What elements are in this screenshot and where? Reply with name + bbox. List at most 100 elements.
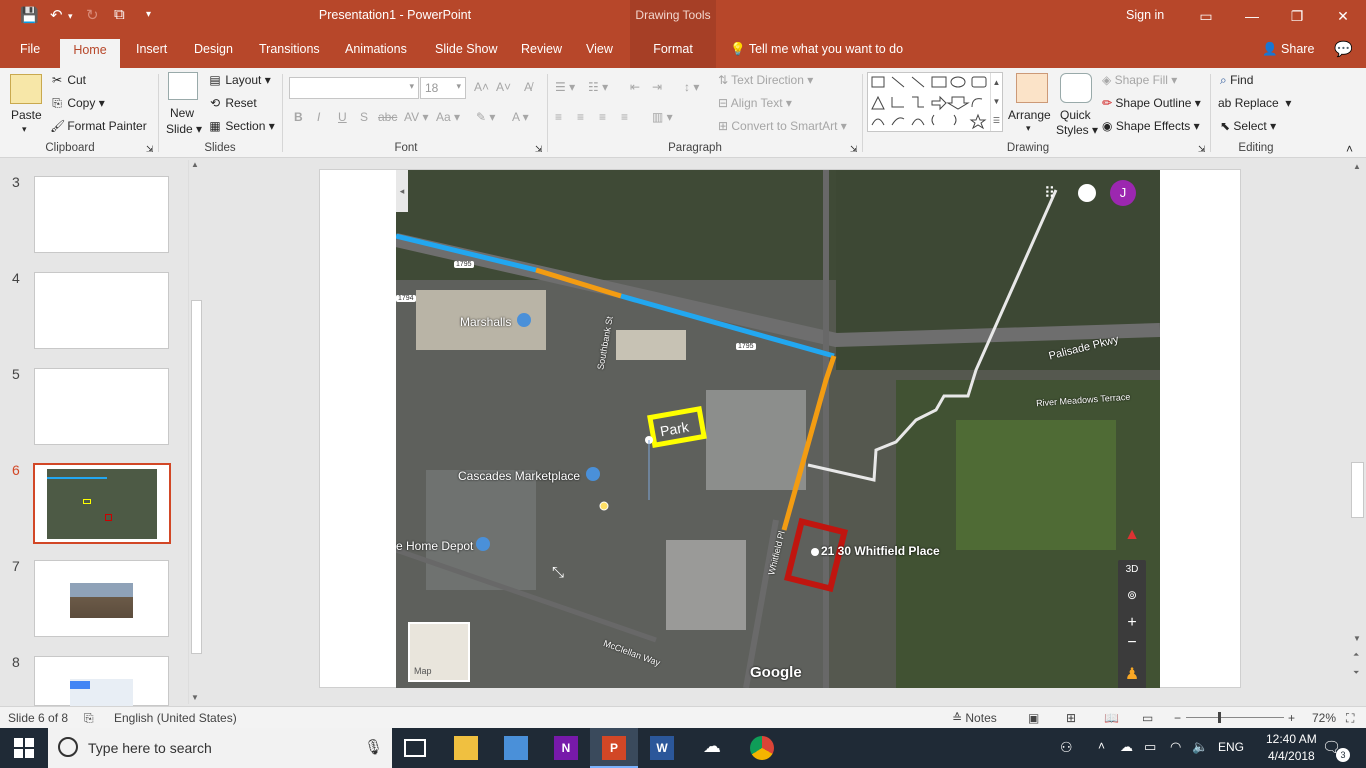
tab-insert[interactable]: Insert (136, 42, 167, 56)
arrange-button[interactable]: Arrange (1008, 108, 1051, 122)
language-indicator[interactable]: English (United States) (114, 711, 237, 725)
powerpoint-taskbar-button[interactable]: P (590, 728, 638, 768)
wifi-icon[interactable]: ◠ (1170, 739, 1181, 755)
map-3d-button[interactable]: 3D (1118, 564, 1146, 575)
copy-button[interactable]: ⎘ Copy ▾ (50, 96, 105, 111)
scroll-down-icon[interactable]: ▼ (191, 693, 199, 702)
pegman-icon[interactable]: ♟ (1118, 664, 1146, 684)
paragraph-launcher-icon[interactable]: ⇲ (850, 144, 858, 155)
quick-styles-label-1[interactable]: Quick (1060, 108, 1091, 122)
ribbon-display-options-icon[interactable]: ▭ (1183, 4, 1229, 28)
section-button[interactable]: ▦ Section ▾ (208, 119, 274, 133)
font-name-combo[interactable]: ▾ (289, 77, 419, 99)
next-slide-icon[interactable]: ⏷ (1353, 668, 1359, 678)
people-icon[interactable]: ⚇ (1060, 739, 1073, 756)
arrange-icon[interactable] (1016, 73, 1048, 103)
comments-icon[interactable]: 💬 (1334, 40, 1353, 58)
new-slide-icon[interactable] (168, 72, 198, 100)
slide-thumbnail-5[interactable] (34, 368, 169, 445)
shadow-icon[interactable]: S (360, 110, 368, 124)
clipboard-launcher-icon[interactable]: ⇲ (146, 144, 154, 155)
sign-in-link[interactable]: Sign in (1126, 8, 1164, 22)
zoom-level[interactable]: 72% (1312, 711, 1336, 725)
font-launcher-icon[interactable]: ⇲ (535, 144, 543, 155)
scroll-thumb[interactable] (191, 300, 202, 654)
onedrive-tray-icon[interactable]: ☁ (1120, 739, 1133, 755)
collapse-ribbon-icon[interactable]: ˄ (1346, 142, 1353, 156)
address-pin-icon[interactable] (811, 548, 819, 556)
zoom-out-icon[interactable]: − (1118, 634, 1146, 652)
convert-smartart-button[interactable]: ⊞ Convert to SmartArt ▾ (718, 119, 847, 133)
font-color-icon[interactable]: A ▾ (512, 110, 529, 124)
reset-button[interactable]: ⟲ Reset (208, 96, 257, 110)
map-type-toggle[interactable]: Map (408, 622, 470, 682)
underline-icon[interactable]: U (338, 110, 347, 124)
increase-indent-icon[interactable]: ⇥ (652, 80, 662, 94)
paste-dropdown-icon[interactable]: ▾ (22, 124, 27, 135)
tell-me-search[interactable]: 💡 Tell me what you want to do (730, 42, 903, 57)
home-depot-pin-icon[interactable] (476, 537, 490, 551)
find-button[interactable]: ⌕ Find (1220, 73, 1253, 88)
onedrive-icon[interactable]: ☁ (700, 736, 724, 760)
file-explorer-icon[interactable] (454, 736, 478, 760)
scroll-up-icon[interactable]: ▲ (191, 160, 199, 169)
compass-icon[interactable]: ▲ (1116, 526, 1148, 554)
notes-button[interactable]: ≙ Notes (952, 711, 997, 725)
decrease-indent-icon[interactable]: ⇤ (630, 80, 640, 94)
close-button[interactable]: ✕ (1320, 4, 1366, 28)
fit-to-window-icon[interactable]: ⛶ (1346, 711, 1354, 726)
tab-review[interactable]: Review (521, 42, 562, 56)
cut-button[interactable]: ✂ Cut (50, 73, 86, 87)
notifications-icon[interactable] (1078, 184, 1096, 202)
clock-time[interactable]: 12:40 AM (1266, 732, 1317, 746)
zoom-slider[interactable] (1186, 712, 1284, 723)
avatar[interactable]: J (1110, 180, 1136, 206)
drawing-launcher-icon[interactable]: ⇲ (1198, 144, 1206, 155)
slide-thumbnail-4[interactable] (34, 272, 169, 349)
strikethrough-icon[interactable]: abc (378, 110, 397, 124)
shrink-font-icon[interactable]: A˅ (496, 80, 511, 94)
collapse-panel-icon[interactable]: ◂ (396, 170, 408, 212)
previous-slide-icon[interactable]: ⏶ (1353, 650, 1359, 660)
normal-view-icon[interactable]: ▣ (1028, 711, 1039, 725)
grow-font-icon[interactable]: A˄ (474, 80, 489, 94)
minimize-button[interactable]: — (1229, 4, 1275, 28)
gallery-scroll-icon[interactable]: ▲ ▼ ☰ (990, 73, 1002, 131)
shape-effects-button[interactable]: ◉ Shape Effects ▾ (1102, 119, 1200, 133)
store-icon[interactable] (504, 736, 528, 760)
my-location-icon[interactable]: ⊚ (1118, 588, 1146, 602)
bold-icon[interactable]: B (294, 110, 303, 124)
character-spacing-icon[interactable]: AV ▾ (404, 110, 428, 124)
shape-outline-button[interactable]: ✏ Shape Outline ▾ (1102, 96, 1201, 110)
align-right-icon[interactable]: ≡ (599, 110, 606, 124)
paste-icon[interactable] (10, 74, 42, 104)
zoom-in-button[interactable]: + (1288, 711, 1295, 725)
text-direction-button[interactable]: ⇅ Text Direction ▾ (718, 73, 813, 87)
align-left-icon[interactable]: ≡ (555, 110, 562, 124)
map-image[interactable]: Marshalls Cascades Marketplace e Home De… (396, 170, 1160, 688)
columns-icon[interactable]: ▥ ▾ (652, 110, 673, 124)
slide-thumbnail-8[interactable] (34, 656, 169, 707)
italic-icon[interactable]: I (317, 110, 320, 124)
cascades-pin-icon[interactable] (586, 467, 600, 481)
tab-home[interactable]: Home (60, 39, 120, 68)
scroll-down-icon[interactable]: ▼ (1353, 634, 1361, 643)
replace-button[interactable]: ab Replace ▾ (1218, 96, 1291, 110)
clock-date[interactable]: 4/4/2018 (1268, 749, 1315, 763)
zoom-slider-thumb[interactable] (1218, 712, 1221, 723)
slideshow-view-icon[interactable]: ▭ (1142, 711, 1153, 725)
volume-icon[interactable]: 🔈 (1192, 739, 1208, 755)
quick-styles-icon[interactable] (1060, 73, 1092, 103)
quick-styles-label-2[interactable]: Styles ▾ (1056, 123, 1098, 137)
thumbnail-scrollbar[interactable]: ▲ ▼ (188, 160, 203, 704)
apps-grid-icon[interactable]: ⠿ (1044, 184, 1055, 202)
tab-design[interactable]: Design (194, 42, 233, 56)
tab-transitions[interactable]: Transitions (259, 42, 320, 56)
arrange-dropdown-icon[interactable]: ▾ (1026, 123, 1031, 134)
line-spacing-icon[interactable]: ↕ ▾ (684, 80, 699, 94)
select-button[interactable]: ⬉ Select ▾ (1220, 119, 1276, 133)
maximize-button[interactable]: ❐ (1274, 4, 1320, 28)
tab-format[interactable]: Format (630, 32, 716, 68)
windows-start-icon[interactable] (14, 738, 34, 758)
reading-view-icon[interactable]: 📖 (1104, 711, 1119, 725)
